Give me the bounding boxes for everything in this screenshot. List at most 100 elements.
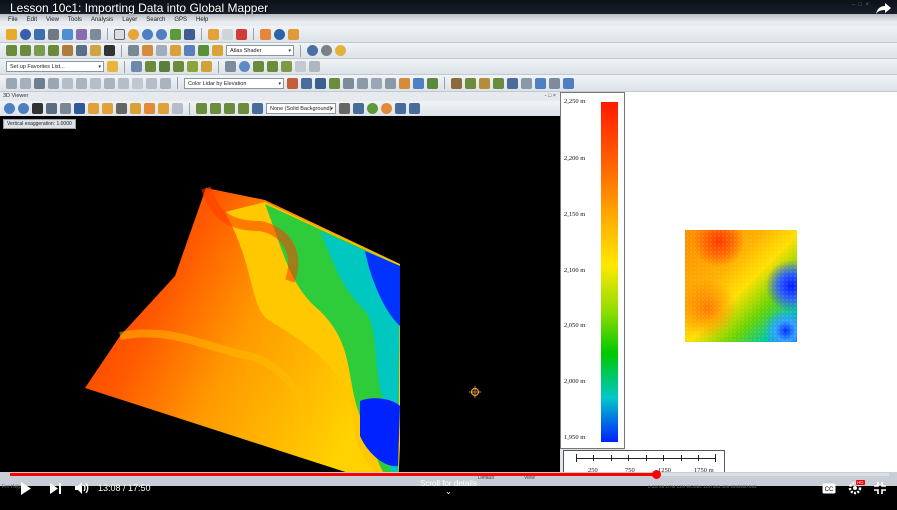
3d-viewer-window-buttons[interactable]: - □ × (545, 92, 556, 101)
paint-icon[interactable] (158, 103, 169, 114)
terrain-4-icon[interactable] (48, 45, 59, 56)
split-icon[interactable] (118, 77, 129, 89)
compass-icon[interactable] (172, 103, 183, 114)
edit-vertex-icon[interactable] (187, 61, 198, 72)
crosshair-icon[interactable] (48, 77, 59, 89)
tree-icon[interactable] (427, 77, 438, 89)
video-title[interactable]: Lesson 10c1: Importing Data into Global … (10, 1, 268, 15)
layer-icon[interactable] (62, 45, 73, 56)
print-icon[interactable] (48, 28, 59, 40)
draw-point-icon[interactable] (159, 61, 170, 72)
terrain-icon[interactable] (6, 45, 17, 56)
triangle-icon[interactable] (357, 77, 368, 89)
zoom-out-icon[interactable] (156, 28, 167, 40)
globe-icon[interactable] (20, 28, 31, 40)
export-icon[interactable] (90, 45, 101, 56)
home-icon[interactable] (184, 28, 195, 40)
pointer-icon[interactable] (114, 28, 125, 40)
shader-dropdown[interactable]: Atlas Shader ▾ (226, 45, 294, 56)
digitize-icon[interactable] (225, 61, 236, 72)
terrain-5-icon[interactable] (479, 77, 490, 89)
draw-tool-icon[interactable] (173, 61, 184, 72)
wrench-icon[interactable] (116, 103, 127, 114)
measure-icon[interactable] (156, 45, 167, 56)
record-icon[interactable] (381, 103, 392, 114)
brush-icon[interactable] (201, 61, 212, 72)
rotate-icon[interactable] (20, 77, 31, 89)
camera-target-marker[interactable] (469, 386, 481, 398)
selected-3d-tool-icon[interactable] (130, 103, 141, 114)
chart-icon[interactable] (184, 45, 195, 56)
video-progress-bar[interactable] (10, 470, 889, 479)
moon-icon[interactable] (335, 45, 346, 56)
favorites-dropdown[interactable]: Set up Favorites List... ▾ (6, 61, 104, 72)
cut-icon[interactable] (309, 61, 320, 72)
copy-icon[interactable] (62, 28, 73, 40)
share-icon[interactable] (876, 2, 892, 20)
terrain-3d-4-icon[interactable] (238, 103, 249, 114)
lidar-3-icon[interactable] (315, 77, 326, 89)
lidar-icon[interactable] (287, 77, 298, 89)
terrain-3d-3-icon[interactable] (224, 103, 235, 114)
active-tool-icon[interactable] (170, 45, 181, 56)
scissors-icon[interactable] (90, 77, 101, 89)
buffer-icon[interactable] (146, 77, 157, 89)
draw-3d-icon[interactable] (144, 103, 155, 114)
draw-area-icon[interactable] (145, 61, 156, 72)
grid-icon[interactable] (90, 28, 101, 40)
classify-icon[interactable] (329, 77, 340, 89)
terrain-3d-2-icon[interactable] (210, 103, 221, 114)
info-icon[interactable] (274, 28, 285, 40)
walk-icon[interactable] (32, 103, 43, 114)
video-camera-icon[interactable] (395, 103, 406, 114)
contour-icon[interactable] (281, 61, 292, 72)
play-icon[interactable] (367, 103, 378, 114)
target-icon[interactable] (239, 61, 250, 72)
profile-icon[interactable] (198, 45, 209, 56)
tools-icon[interactable] (76, 28, 87, 40)
background-dropdown[interactable]: None (Solid Background) ▾ (266, 103, 336, 114)
move-icon[interactable] (6, 77, 17, 89)
star-icon[interactable] (107, 61, 118, 72)
sun-icon[interactable] (88, 103, 99, 114)
erase-icon[interactable] (295, 61, 306, 72)
draw-line-icon[interactable] (131, 61, 142, 72)
camera-icon[interactable] (409, 103, 420, 114)
sun-settings-icon[interactable] (307, 45, 318, 56)
search-icon[interactable] (385, 77, 396, 89)
2d-map-view[interactable] (625, 92, 897, 472)
building-icon[interactable] (451, 77, 462, 89)
delete-icon[interactable] (236, 28, 247, 40)
layers-3d-icon[interactable] (252, 103, 263, 114)
path-icon[interactable] (142, 45, 153, 56)
terrain-3d-icon[interactable] (196, 103, 207, 114)
slope-icon[interactable] (267, 61, 278, 72)
lidar-color-dropdown[interactable]: Color Lidar by Elevation ▾ (184, 77, 284, 89)
gear-icon[interactable] (321, 45, 332, 56)
pencil-2-icon[interactable] (563, 77, 574, 89)
select-icon[interactable] (413, 77, 424, 89)
scroll-for-details[interactable]: Scroll for details ⌄ (0, 479, 897, 496)
overlay-icon[interactable] (76, 45, 87, 56)
zoom-out-3d-icon[interactable] (18, 103, 29, 114)
export-3d-icon[interactable] (353, 103, 364, 114)
close-x-icon[interactable] (104, 45, 115, 56)
vegetation-icon[interactable] (493, 77, 504, 89)
line-icon[interactable] (76, 77, 87, 89)
grid-2-icon[interactable] (128, 45, 139, 56)
pencil-icon[interactable] (208, 28, 219, 40)
3d-terrain-canvas[interactable]: Vertical exaggeration: 1.0000 (0, 116, 560, 472)
filter-icon[interactable] (399, 77, 410, 89)
view-icon[interactable] (60, 103, 71, 114)
fly-icon[interactable] (46, 103, 57, 114)
page-icon[interactable] (222, 28, 233, 40)
terrain-2-icon[interactable] (20, 45, 31, 56)
water-icon[interactable] (535, 77, 546, 89)
road-icon[interactable] (549, 77, 560, 89)
open-folder-icon[interactable] (6, 28, 17, 40)
back-arrow-icon[interactable] (170, 28, 181, 40)
measure-2-icon[interactable] (104, 77, 115, 89)
snap-icon[interactable] (62, 77, 73, 89)
align-icon[interactable] (34, 77, 45, 89)
light-icon[interactable] (102, 103, 113, 114)
